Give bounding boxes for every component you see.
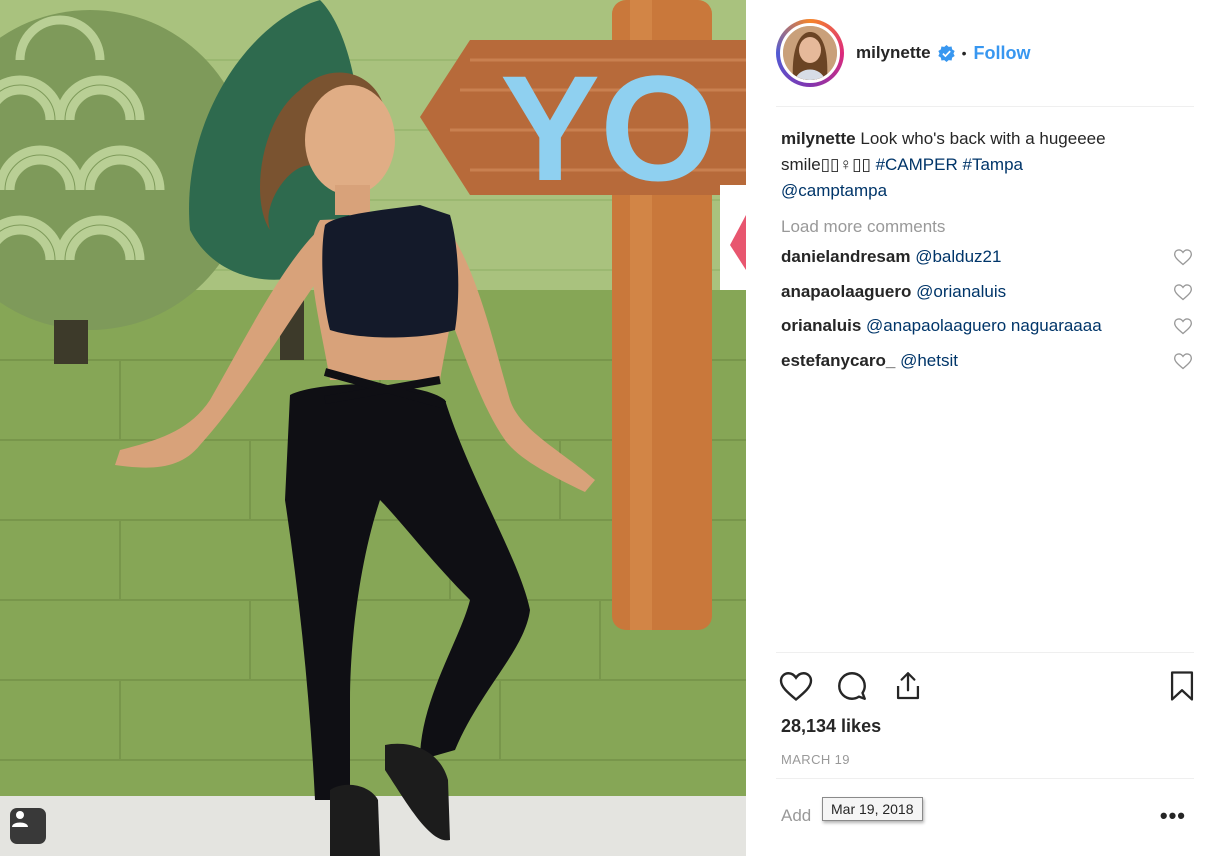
post-actions [776, 664, 1194, 708]
comment-username[interactable]: danielandresam [781, 247, 910, 266]
comment-username[interactable]: orianaluis [781, 316, 861, 335]
comment-row: orianaluis @anapaolaaguero naguaraaaa [781, 309, 1194, 344]
bookmark-icon [1170, 671, 1194, 701]
header-divider [776, 106, 1194, 107]
comment-like-icon[interactable] [1173, 282, 1193, 302]
comment-like-icon[interactable] [1173, 351, 1193, 371]
caption-mention[interactable]: @camptampa [781, 181, 887, 200]
comment-bubble-icon [838, 672, 866, 700]
hashtag-camper[interactable]: #CAMPER [876, 155, 958, 174]
comment-row: anapaolaaguero @orianaluis [781, 275, 1194, 310]
user-tag-icon [12, 811, 28, 827]
more-options-button[interactable]: ••• [1160, 805, 1186, 827]
header-username[interactable]: milynette [856, 43, 931, 63]
separator-dot: • [961, 45, 967, 61]
comment-like-icon[interactable] [1173, 316, 1193, 336]
comment-row: danielandresam @balduz21 [781, 240, 1194, 275]
save-button[interactable] [1162, 666, 1202, 706]
share-button[interactable] [888, 666, 928, 706]
date-tooltip: Mar 19, 2018 [822, 797, 923, 821]
comment-username[interactable]: estefanycaro_ [781, 351, 895, 370]
actions-divider [776, 652, 1194, 653]
post-header: milynette • Follow [776, 18, 1194, 88]
hashtag-tampa[interactable]: #Tampa [963, 155, 1023, 174]
add-comment-input[interactable]: Add [781, 806, 811, 826]
avatar-image [783, 26, 837, 80]
verified-badge-icon [937, 44, 955, 62]
follow-button[interactable]: Follow [974, 43, 1031, 64]
comment-row: estefanycaro_ @hetsit [781, 344, 1194, 379]
add-comment-divider [776, 778, 1194, 779]
sign-text: YO [500, 44, 717, 212]
comment-text[interactable]: @orianaluis [916, 282, 1006, 301]
comments-section: milynette Look who's back with a hugeeee… [781, 126, 1194, 378]
comment-username[interactable]: anapaolaaguero [781, 282, 911, 301]
comment-text[interactable]: @balduz21 [915, 247, 1001, 266]
comment-button[interactable] [832, 666, 872, 706]
comment-text[interactable]: @anapaolaaguero naguaraaaa [866, 316, 1102, 335]
avatar[interactable] [780, 23, 840, 83]
like-button[interactable] [776, 666, 816, 706]
instagram-post-modal: YO milynette • Follow milynette Look who… [0, 0, 1224, 856]
tagged-users-button[interactable] [10, 808, 46, 844]
heart-icon [779, 672, 813, 702]
load-more-comments-button[interactable]: Load more comments [781, 214, 1194, 240]
post-caption: milynette Look who's back with a hugeeee… [781, 126, 1181, 204]
likes-count[interactable]: 28,134 likes [781, 716, 881, 737]
post-photo[interactable]: YO [0, 0, 746, 856]
post-date[interactable]: MARCH 19 [781, 752, 850, 767]
comment-text[interactable]: @hetsit [900, 351, 958, 370]
caption-username[interactable]: milynette [781, 129, 856, 148]
comment-like-icon[interactable] [1173, 247, 1193, 267]
avatar-story-ring[interactable] [776, 19, 844, 87]
share-icon [896, 672, 920, 700]
photo-illustration: YO [0, 0, 746, 856]
